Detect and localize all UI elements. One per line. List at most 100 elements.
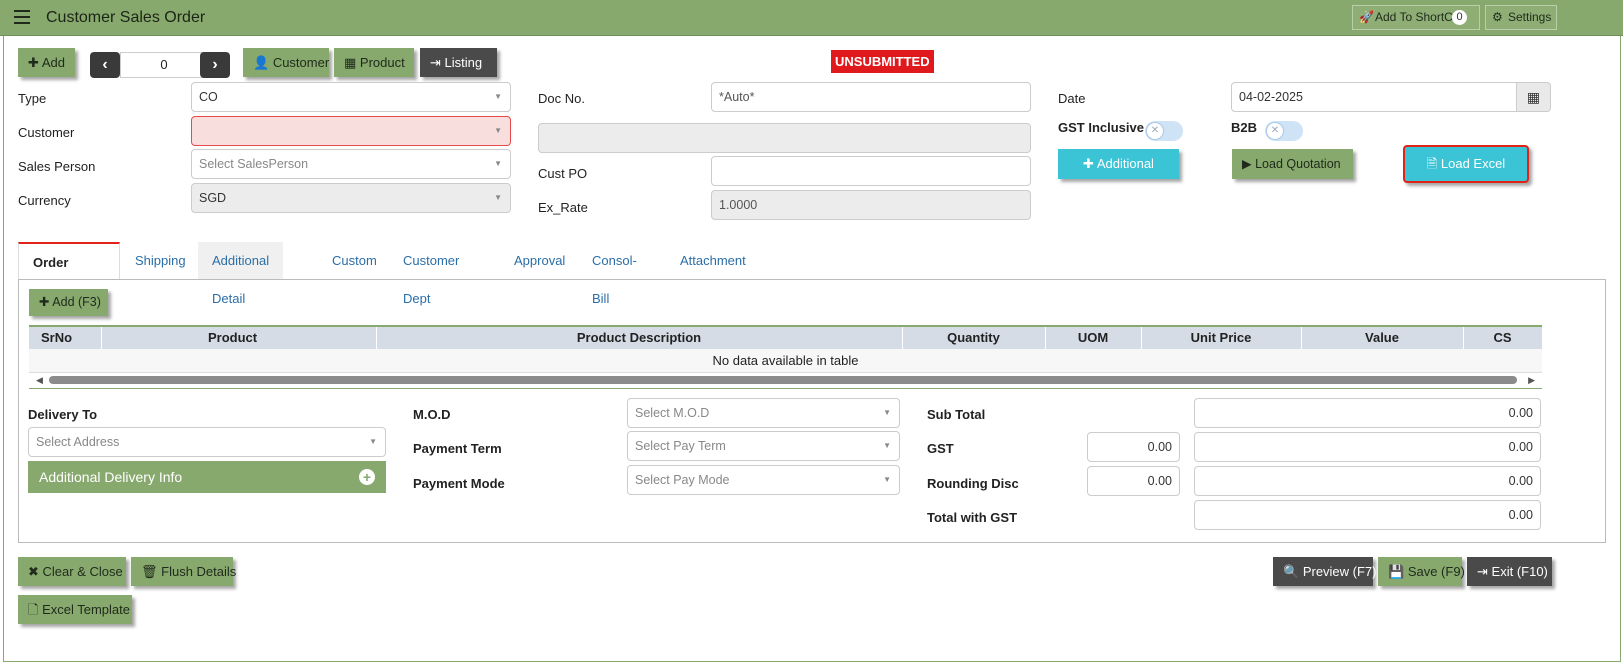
- record-number-input[interactable]: 0: [120, 52, 208, 78]
- sign-out-icon: ⇥: [1477, 564, 1488, 579]
- load-quotation-button[interactable]: ▶ Load Quotation: [1232, 149, 1353, 179]
- excel-template-button[interactable]: 🗋 Excel Template: [18, 595, 132, 624]
- payment-term-select[interactable]: Select Pay Term ▼: [627, 431, 900, 461]
- play-circle-icon: ▶: [1242, 157, 1252, 171]
- caret-down-icon: ▼: [883, 475, 891, 484]
- tab-additional-detail[interactable]: Additional Detail: [198, 242, 284, 306]
- column-product-description[interactable]: Product Description: [376, 327, 902, 349]
- additional-button[interactable]: ✚ Additional: [1058, 149, 1179, 179]
- exrate-input[interactable]: 1.0000: [711, 190, 1031, 220]
- column-srno[interactable]: SrNo: [41, 327, 101, 349]
- caret-down-icon: ▼: [494, 159, 502, 168]
- caret-down-icon: ▼: [494, 92, 502, 101]
- column-uom[interactable]: UOM: [1045, 327, 1141, 349]
- tab-shipping[interactable]: Shipping: [121, 242, 200, 280]
- column-cs[interactable]: CS: [1463, 327, 1542, 349]
- add-to-shortcut-button[interactable]: 🚀 Add To ShortCut 0: [1352, 5, 1480, 30]
- clear-close-label: Clear & Close: [42, 564, 123, 579]
- tab-order-detail[interactable]: Order Detail: [18, 242, 120, 308]
- payment-term-placeholder: Select Pay Term: [635, 439, 726, 453]
- delivery-address-select[interactable]: Select Address ▼: [28, 427, 386, 457]
- hamburger-menu-icon[interactable]: [14, 10, 30, 24]
- date-input[interactable]: 04-02-2025: [1231, 82, 1517, 112]
- currency-select[interactable]: SGD ▼: [191, 183, 511, 213]
- gst-rate-input[interactable]: 0.00: [1087, 432, 1180, 462]
- additional-delivery-info-toggle[interactable]: Additional Delivery Info +: [28, 461, 386, 493]
- rounding-disc-input[interactable]: 0.00: [1087, 466, 1180, 496]
- mod-placeholder: Select M.O.D: [635, 406, 710, 420]
- save-label: Save (F9): [1407, 564, 1465, 579]
- settings-label: Settings: [1508, 10, 1552, 24]
- calendar-icon[interactable]: ▦: [1517, 82, 1551, 112]
- column-product[interactable]: Product: [208, 327, 308, 349]
- title-bar: Customer Sales Order 🚀 Add To ShortCut 0…: [0, 0, 1623, 36]
- cubes-icon: ▦: [344, 55, 357, 70]
- mod-select[interactable]: Select M.O.D ▼: [627, 398, 900, 428]
- status-badge: UNSUBMITTED: [831, 50, 934, 73]
- tab-attachment[interactable]: Attachment: [666, 242, 760, 280]
- tab-approval[interactable]: Approval: [500, 242, 579, 280]
- next-record-button[interactable]: ›: [200, 52, 230, 78]
- add-button[interactable]: ✚ Add: [18, 48, 75, 77]
- close-icon: ✕: [1266, 122, 1284, 140]
- scroll-left-icon[interactable]: ◀: [36, 373, 43, 387]
- customer-select[interactable]: ▼: [191, 116, 511, 146]
- listing-button-label: Listing: [444, 55, 483, 70]
- plus-icon: ✚: [28, 55, 39, 70]
- column-unit-price[interactable]: Unit Price: [1141, 327, 1301, 349]
- save-icon: 💾: [1388, 564, 1405, 579]
- tab-consol-bill[interactable]: Consol-Bill: [578, 242, 651, 306]
- customer-label: Customer: [18, 125, 75, 140]
- tab-customer-dept[interactable]: Customer Dept: [389, 242, 473, 306]
- custpo-input[interactable]: [711, 156, 1031, 186]
- rounding-disc-label: Rounding Disc: [927, 476, 1019, 491]
- type-select[interactable]: CO ▼: [191, 82, 511, 112]
- b2b-toggle[interactable]: ✕: [1265, 121, 1303, 141]
- settings-button[interactable]: ⚙ Settings: [1485, 5, 1557, 30]
- column-value[interactable]: Value: [1301, 327, 1463, 349]
- listing-button[interactable]: ⇥ Listing: [420, 48, 497, 77]
- save-button[interactable]: 💾 Save (F9): [1378, 557, 1465, 586]
- column-quantity[interactable]: Quantity: [902, 327, 1045, 349]
- plus-icon: ✚: [1083, 156, 1094, 171]
- docno-input[interactable]: *Auto*: [711, 82, 1031, 112]
- flush-details-button[interactable]: 🗑 Flush Details: [131, 557, 236, 586]
- caret-down-icon: ▼: [883, 408, 891, 417]
- horizontal-scrollbar[interactable]: ◀ ▶: [29, 373, 1542, 387]
- file-excel-icon: 🗎: [1426, 156, 1438, 171]
- preview-label: Preview (F7): [1302, 564, 1377, 579]
- gear-icon: ⚙: [1492, 10, 1503, 24]
- scrollbar-thumb[interactable]: [49, 376, 1517, 384]
- rocket-icon: 🚀: [1359, 10, 1374, 24]
- salesperson-select[interactable]: Select SalesPerson ▼: [191, 149, 511, 179]
- product-button[interactable]: ▦ Product: [334, 48, 414, 77]
- column-divider: [101, 327, 102, 349]
- scroll-right-icon[interactable]: ▶: [1528, 373, 1535, 387]
- load-excel-button[interactable]: 🗎 Load Excel: [1403, 145, 1529, 183]
- previous-record-button[interactable]: ‹: [90, 52, 120, 78]
- total-with-gst-value: 0.00: [1194, 500, 1541, 530]
- payment-mode-select[interactable]: Select Pay Mode ▼: [627, 465, 900, 495]
- exit-label: Exit (F10): [1491, 564, 1548, 579]
- gst-value: 0.00: [1194, 432, 1541, 462]
- additional-button-label: Additional: [1096, 156, 1154, 171]
- salesperson-label: Sales Person: [18, 159, 96, 174]
- empty-table-message: No data available in table: [29, 349, 1542, 373]
- customer-button-label: Customer: [272, 55, 330, 70]
- chevron-left-icon: ‹: [102, 56, 108, 73]
- tab-custom[interactable]: Custom: [318, 242, 391, 280]
- salesperson-placeholder: Select SalesPerson: [199, 157, 309, 171]
- gst-label: GST: [927, 441, 954, 456]
- caret-down-icon: ▼: [369, 437, 377, 446]
- plus-circle-icon: +: [359, 469, 375, 485]
- gst-inclusive-label: GST Inclusive: [1058, 120, 1144, 135]
- preview-button[interactable]: 🔍 Preview (F7): [1273, 557, 1377, 586]
- exit-button[interactable]: ⇥ Exit (F10): [1467, 557, 1552, 586]
- clear-close-button[interactable]: ✖ Clear & Close: [18, 557, 126, 586]
- b2b-label: B2B: [1231, 120, 1258, 135]
- add-line-button[interactable]: ✚ Add (F3): [29, 289, 108, 316]
- customer-button[interactable]: 👤 Customer: [243, 48, 329, 77]
- close-icon: ✖: [28, 564, 39, 579]
- gst-inclusive-toggle[interactable]: ✕: [1145, 121, 1183, 141]
- subtotal-label: Sub Total: [927, 407, 986, 422]
